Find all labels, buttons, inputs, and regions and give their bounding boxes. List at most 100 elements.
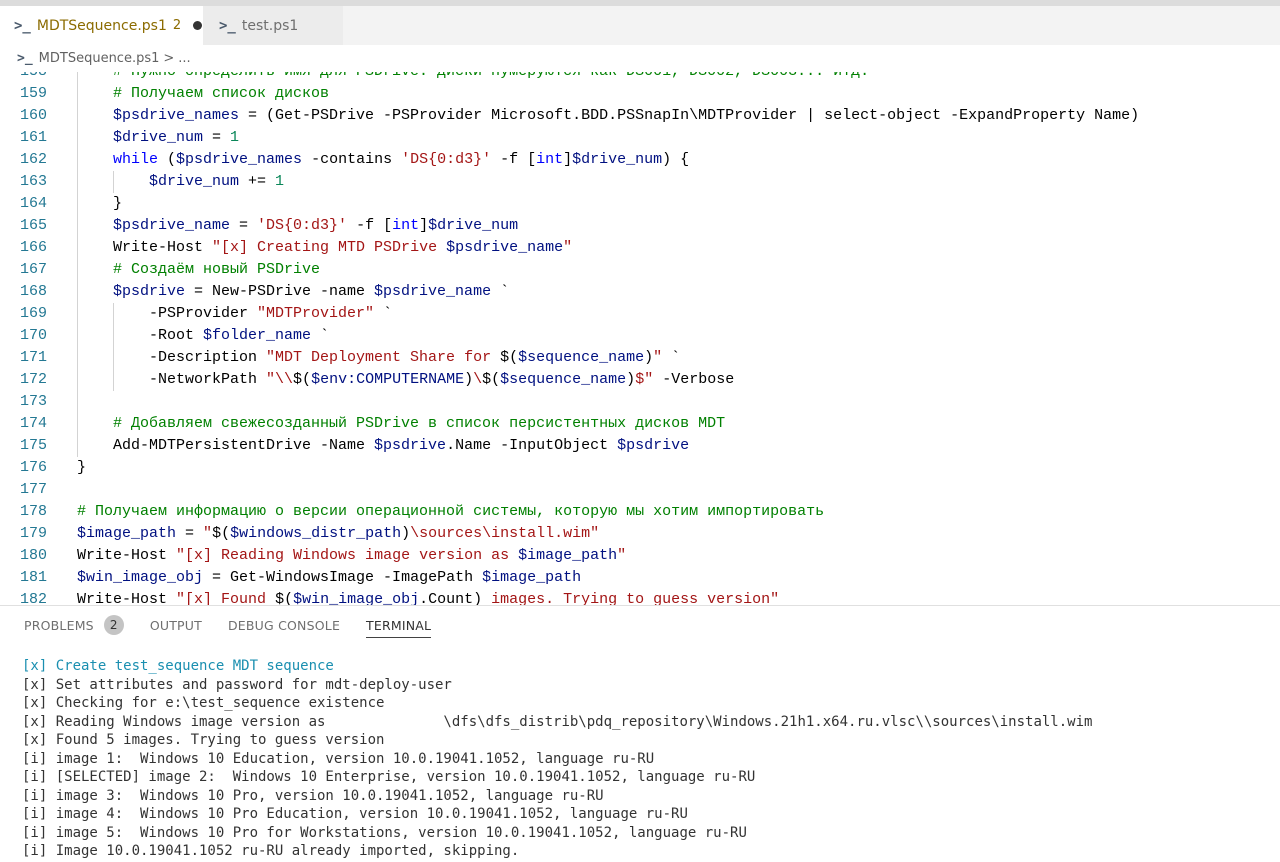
code-text: $psdrive_name = 'DS{0:d3}' -f [int]$driv… — [113, 215, 518, 237]
tab-problems-label: PROBLEMS — [24, 617, 94, 633]
code-line[interactable]: 166 Write-Host "[x] Creating MTD PSDrive … — [0, 237, 1280, 259]
code-line[interactable]: 160 $psdrive_names = (Get-PSDrive -PSProv… — [0, 105, 1280, 127]
line-number: 172 — [19, 371, 47, 388]
code-token: $drive_num — [572, 151, 663, 168]
code-token: } — [113, 195, 123, 212]
tab-mdtsequence[interactable]: >_ MDTSequence.ps1 2 — [0, 6, 203, 45]
code-token: $folder_name — [203, 327, 312, 344]
code-token: = (Get-PSDrive -PSProvider Microsoft.BDD… — [239, 107, 1140, 124]
powershell-icon: >_ — [14, 17, 31, 34]
line-number: 161 — [19, 129, 47, 146]
code-token: .Name -InputObject — [446, 437, 618, 454]
unsaved-dot-icon[interactable] — [193, 21, 203, 30]
code-token: -Verbose — [653, 371, 735, 388]
code-line[interactable]: 165 $psdrive_name = 'DS{0:d3}' -f [int]$d… — [0, 215, 1280, 237]
indent-guide — [77, 281, 78, 303]
line-number: 167 — [19, 261, 47, 278]
line-number: 178 — [19, 503, 47, 520]
code-token: " — [563, 239, 573, 256]
code-token: $win_image_obj — [77, 569, 204, 586]
code-text: -Root $folder_name ` — [149, 325, 329, 347]
code-token: ) — [626, 371, 636, 388]
tab-output[interactable]: OUTPUT — [150, 606, 202, 644]
code-line[interactable]: 175 Add-MDTPersistentDrive -Name $psdrive… — [0, 435, 1280, 457]
terminal-line: [i] image 5: Windows 10 Pro for Workstat… — [22, 824, 747, 841]
code-line[interactable]: 168 $psdrive = New-PSDrive -name $psdrive… — [0, 281, 1280, 303]
code-line[interactable]: 177 — [0, 479, 1280, 501]
line-number: 169 — [19, 305, 47, 322]
code-line[interactable]: 181 $win_image_obj = Get-WindowsImage -Im… — [0, 567, 1280, 589]
line-number: 160 — [19, 107, 47, 124]
code-line[interactable]: 159 # Получаем список дисков — [0, 83, 1280, 105]
code-line[interactable]: 171 -Description "MDT Deployment Share fo… — [0, 347, 1280, 369]
code-line[interactable]: 163 $drive_num += 1 — [0, 171, 1280, 193]
code-token: # Получаем список дисков — [113, 85, 330, 102]
problems-count-badge: 2 — [103, 615, 124, 635]
code-text: $drive_num = 1 — [113, 127, 239, 149]
code-token: ` — [311, 327, 330, 344]
code-token: "\\ — [266, 371, 294, 388]
code-line[interactable]: 174 # Добавляем свежесозданный PSDrive в … — [0, 413, 1280, 435]
code-token: -PSProvider — [149, 305, 258, 322]
code-line[interactable]: 182 Write-Host "[x] Found $($win_image_ob… — [0, 589, 1280, 605]
code-token: " — [653, 349, 663, 366]
terminal-line: [x] Create test_sequence MDT sequence — [22, 658, 334, 674]
code-text: # Создаём новый PSDrive — [113, 259, 320, 281]
code-token: $sequence_name — [518, 349, 645, 366]
indent-guide — [77, 325, 78, 347]
terminal-line: [i] Image 10.0.19041.1052 ru-RU already … — [22, 843, 520, 859]
code-editor[interactable]: 158 # Нужно определить имя для PSDrive. д… — [0, 72, 1280, 605]
indent-guide — [77, 72, 78, 83]
line-number: 163 — [19, 173, 47, 190]
tab-problems[interactable]: PROBLEMS 2 — [24, 606, 124, 644]
code-line[interactable]: 179 $image_path = "$($windows_distr_path)… — [0, 523, 1280, 545]
code-line[interactable]: 180 Write-Host "[x] Reading Windows image… — [0, 545, 1280, 567]
tab-title: MDTSequence.ps1 — [36, 17, 167, 34]
powershell-icon: >_ — [17, 51, 33, 66]
code-token: .Count) — [419, 591, 483, 605]
code-lines: 158 # Нужно определить имя для PSDrive. д… — [0, 72, 1280, 605]
code-token: ) — [464, 371, 474, 388]
terminal-output[interactable]: [x] Create test_sequence MDT sequence [x]… — [0, 657, 1280, 862]
code-token: 'DS{0:d3}' — [257, 217, 348, 234]
code-text: Write-Host "[x] Creating MTD PSDrive $ps… — [113, 237, 572, 259]
tab-terminal[interactable]: TERMINAL — [366, 606, 432, 644]
line-number: 181 — [19, 569, 47, 586]
indent-guide — [77, 127, 78, 149]
tab-debug-console-label: DEBUG CONSOLE — [227, 617, 341, 633]
breadcrumb-file[interactable]: MDTSequence.ps1 — [39, 51, 160, 66]
line-number: 174 — [19, 415, 47, 432]
powershell-icon: >_ — [219, 17, 236, 34]
code-text: # Нужно определить имя для PSDrive. диск… — [113, 72, 869, 83]
code-text: $psdrive_names = (Get-PSDrive -PSProvide… — [113, 105, 1139, 127]
code-line[interactable]: 169 -PSProvider "MDTProvider" ` — [0, 303, 1280, 325]
code-text: Add-MDTPersistentDrive -Name $psdrive.Na… — [113, 435, 689, 457]
code-token: $sequence_name — [500, 371, 627, 388]
tab-debug-console[interactable]: DEBUG CONSOLE — [228, 606, 340, 644]
code-line[interactable]: 161 $drive_num = 1 — [0, 127, 1280, 149]
code-line[interactable]: 162 while ($psdrive_names -contains 'DS{0… — [0, 149, 1280, 171]
indent-guide — [77, 435, 78, 457]
code-line[interactable]: 167 # Создаём новый PSDrive — [0, 259, 1280, 281]
code-token: } — [77, 459, 87, 476]
code-token: ) — [644, 349, 654, 366]
code-line[interactable]: 176} — [0, 457, 1280, 479]
terminal-line: [x] Set attributes and password for mdt-… — [22, 676, 452, 693]
line-number: 180 — [19, 547, 47, 564]
code-line[interactable]: 164} — [0, 193, 1280, 215]
code-token: $image_path — [77, 525, 177, 542]
tab-terminal-label: TERMINAL — [366, 617, 432, 633]
indent-guide — [77, 259, 78, 281]
code-line[interactable]: 172 -NetworkPath "\\$($env:COMPUTERNAME)\… — [0, 369, 1280, 391]
line-number: 173 — [19, 393, 47, 410]
line-number: 159 — [19, 85, 47, 102]
tab-test[interactable]: >_ test.ps1 — [203, 6, 343, 45]
code-token: $drive_num — [149, 173, 240, 190]
code-line[interactable]: 173 — [0, 391, 1280, 413]
indent-guide — [77, 391, 78, 413]
code-token: = — [176, 525, 204, 542]
breadcrumb-more[interactable]: ... — [178, 51, 190, 66]
code-line[interactable]: 178 # Получаем информацию о версии операц… — [0, 501, 1280, 523]
code-line[interactable]: 158 # Нужно определить имя для PSDrive. д… — [0, 72, 1280, 83]
code-line[interactable]: 170 -Root $folder_name ` — [0, 325, 1280, 347]
